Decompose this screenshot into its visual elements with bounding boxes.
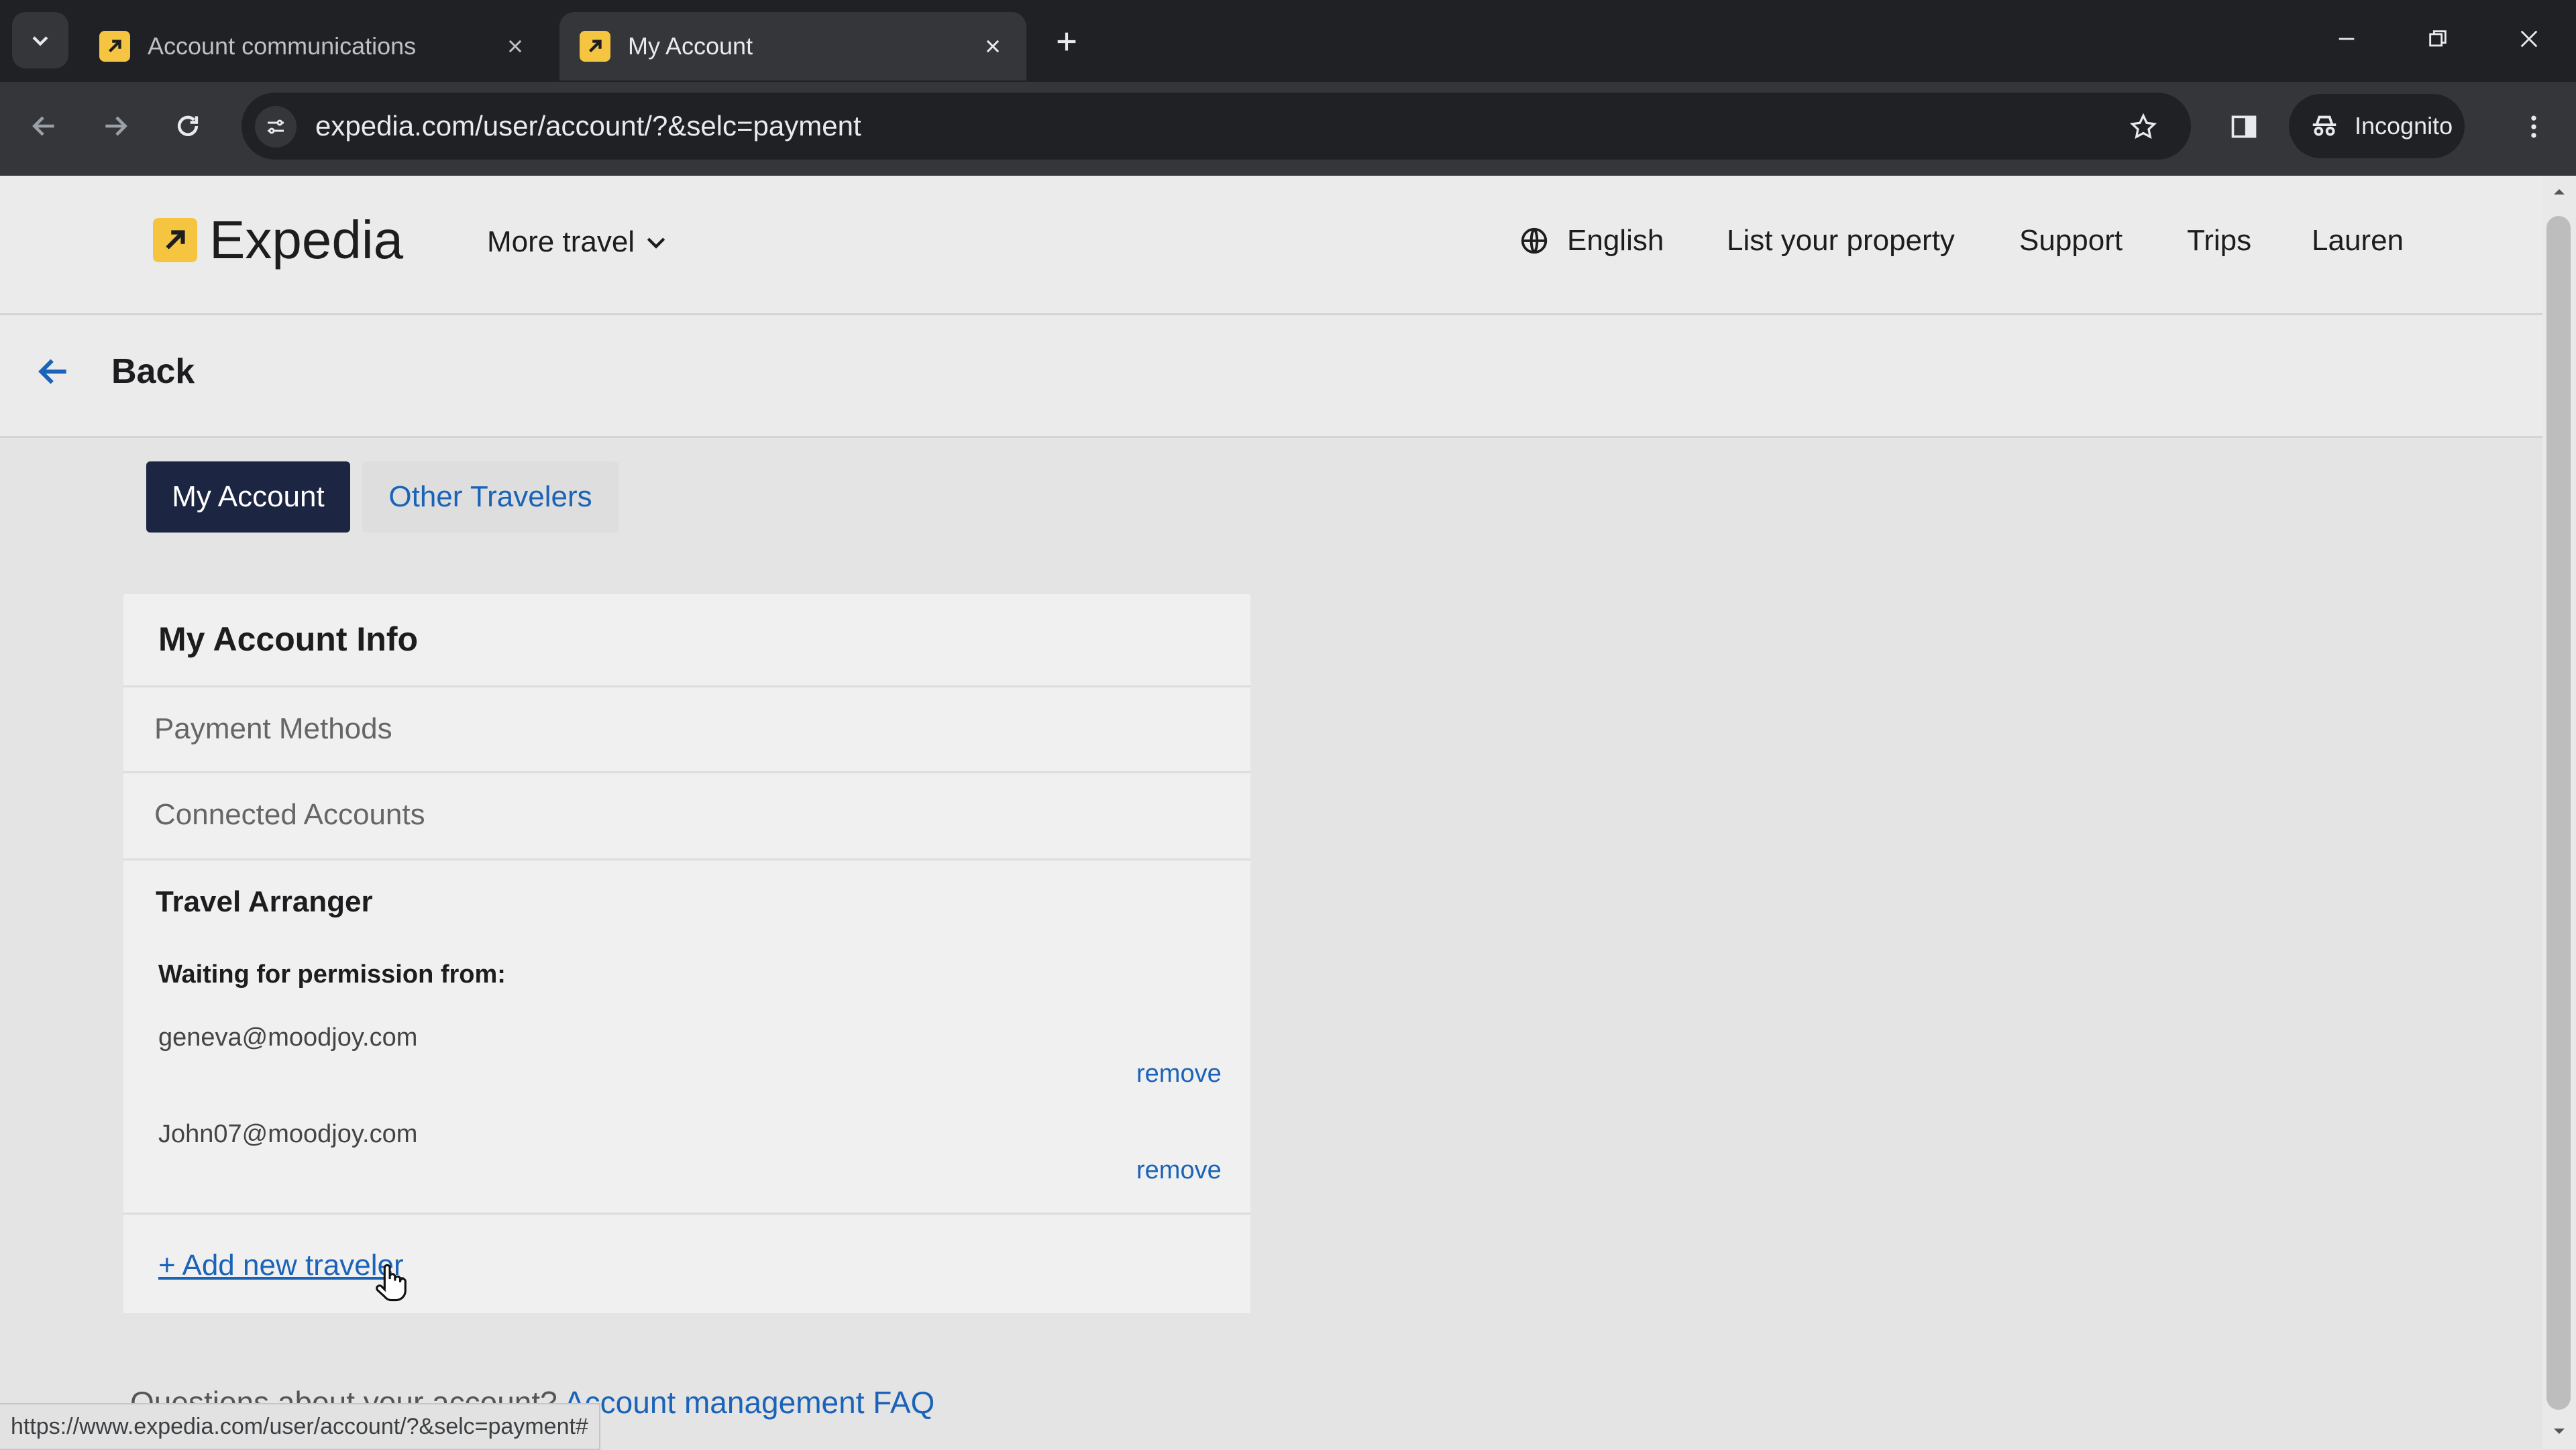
waiting-permission-label: Waiting for permission from: (158, 960, 506, 989)
pending-email: geneva@moodjoy.com (158, 1023, 418, 1052)
scrollbar-thumb[interactable] (2546, 216, 2571, 1410)
minimize-button[interactable] (2326, 19, 2367, 59)
minimize-icon (2339, 38, 2355, 40)
divider (123, 685, 1250, 687)
globe-icon (1521, 227, 1548, 254)
close-tab-icon[interactable] (502, 33, 529, 60)
arrow-right-icon (105, 116, 127, 136)
divider (123, 771, 1250, 773)
tab-search-button[interactable] (12, 12, 68, 68)
add-new-traveler-link[interactable]: + Add new traveler (158, 1249, 404, 1282)
chevron-down-icon (647, 237, 665, 249)
expedia-favicon-icon (580, 31, 610, 62)
tab-other-travelers-label: Other Travelers (388, 480, 592, 513)
card-title: My Account Info (158, 620, 419, 658)
language-selector[interactable]: English (1519, 224, 1664, 258)
back-nav-button[interactable] (24, 106, 64, 146)
scroll-down-icon[interactable] (2549, 1423, 2569, 1439)
forward-nav-button[interactable] (95, 106, 136, 146)
site-settings-icon[interactable] (255, 106, 297, 148)
plus-icon (1057, 32, 1076, 51)
account-info-card (123, 594, 1250, 1313)
new-tab-button[interactable] (1046, 21, 1087, 62)
tab-title: Account communications (148, 32, 417, 60)
travel-arranger-heading: Travel Arranger (156, 885, 373, 918)
arrow-left-icon (38, 359, 66, 384)
more-travel-dropdown[interactable]: More travel (487, 225, 669, 259)
expedia-logo-icon (153, 218, 197, 262)
incognito-indicator[interactable]: Incognito (2289, 94, 2465, 158)
tab-other-travelers[interactable]: Other Travelers (362, 461, 619, 533)
more-vertical-icon (2531, 115, 2536, 138)
tab-my-account[interactable]: My Account (146, 461, 350, 533)
scroll-up-icon[interactable] (2549, 184, 2569, 200)
tab-my-account-label: My Account (172, 480, 325, 513)
trips-link[interactable]: Trips (2187, 224, 2251, 258)
close-icon (2520, 30, 2538, 48)
list-your-property-link[interactable]: List your property (1727, 224, 1955, 258)
payment-methods-link[interactable]: Payment Methods (154, 712, 392, 746)
divider (123, 858, 1250, 860)
remove-link[interactable]: remove (1136, 1060, 1222, 1089)
back-link[interactable]: Back (35, 351, 195, 392)
connected-accounts-link[interactable]: Connected Accounts (154, 798, 425, 832)
expedia-favicon-icon (99, 31, 130, 62)
side-panel-icon (2231, 115, 2257, 138)
divider (123, 1213, 1250, 1215)
link-status-bar: https://www.expedia.com/user/account/?&s… (0, 1403, 600, 1450)
incognito-icon (2312, 115, 2337, 136)
logo-text: Expedia (209, 210, 404, 270)
browser-menu-button[interactable] (2513, 106, 2555, 148)
arrow-left-icon (32, 116, 54, 136)
back-label: Back (111, 352, 195, 391)
url-text[interactable]: expedia.com/user/account/?&selc=payment (315, 110, 861, 142)
status-url: https://www.expedia.com/user/account/?&s… (11, 1413, 588, 1439)
star-icon (2129, 113, 2157, 140)
side-panel-button[interactable] (2223, 106, 2265, 148)
reload-icon (177, 115, 199, 136)
reload-button[interactable] (168, 106, 208, 146)
expedia-logo[interactable]: Expedia (153, 209, 403, 271)
close-tab-icon[interactable] (979, 33, 1006, 60)
back-bar (0, 315, 2542, 438)
support-link[interactable]: Support (2019, 224, 2123, 258)
browser-tab-my-account[interactable]: My Account (559, 12, 1026, 80)
hand-cursor-icon (376, 1264, 407, 1302)
account-management-faq-link[interactable]: Account management FAQ (564, 1385, 934, 1420)
chevron-down-icon (32, 36, 48, 46)
user-account-link[interactable]: Lauren (2312, 224, 2404, 258)
remove-link[interactable]: remove (1136, 1156, 1222, 1185)
close-window-button[interactable] (2509, 19, 2549, 59)
pending-email: John07@moodjoy.com (158, 1120, 418, 1148)
restore-button[interactable] (2418, 19, 2458, 59)
restore-icon (2429, 30, 2447, 47)
more-travel-label: More travel (487, 225, 635, 258)
incognito-label: Incognito (2355, 112, 2453, 140)
tab-title: My Account (628, 32, 753, 60)
browser-tab-account-communications[interactable]: Account communications (79, 12, 549, 80)
bookmark-star-button[interactable] (2123, 106, 2164, 148)
language-label: English (1567, 224, 1664, 257)
